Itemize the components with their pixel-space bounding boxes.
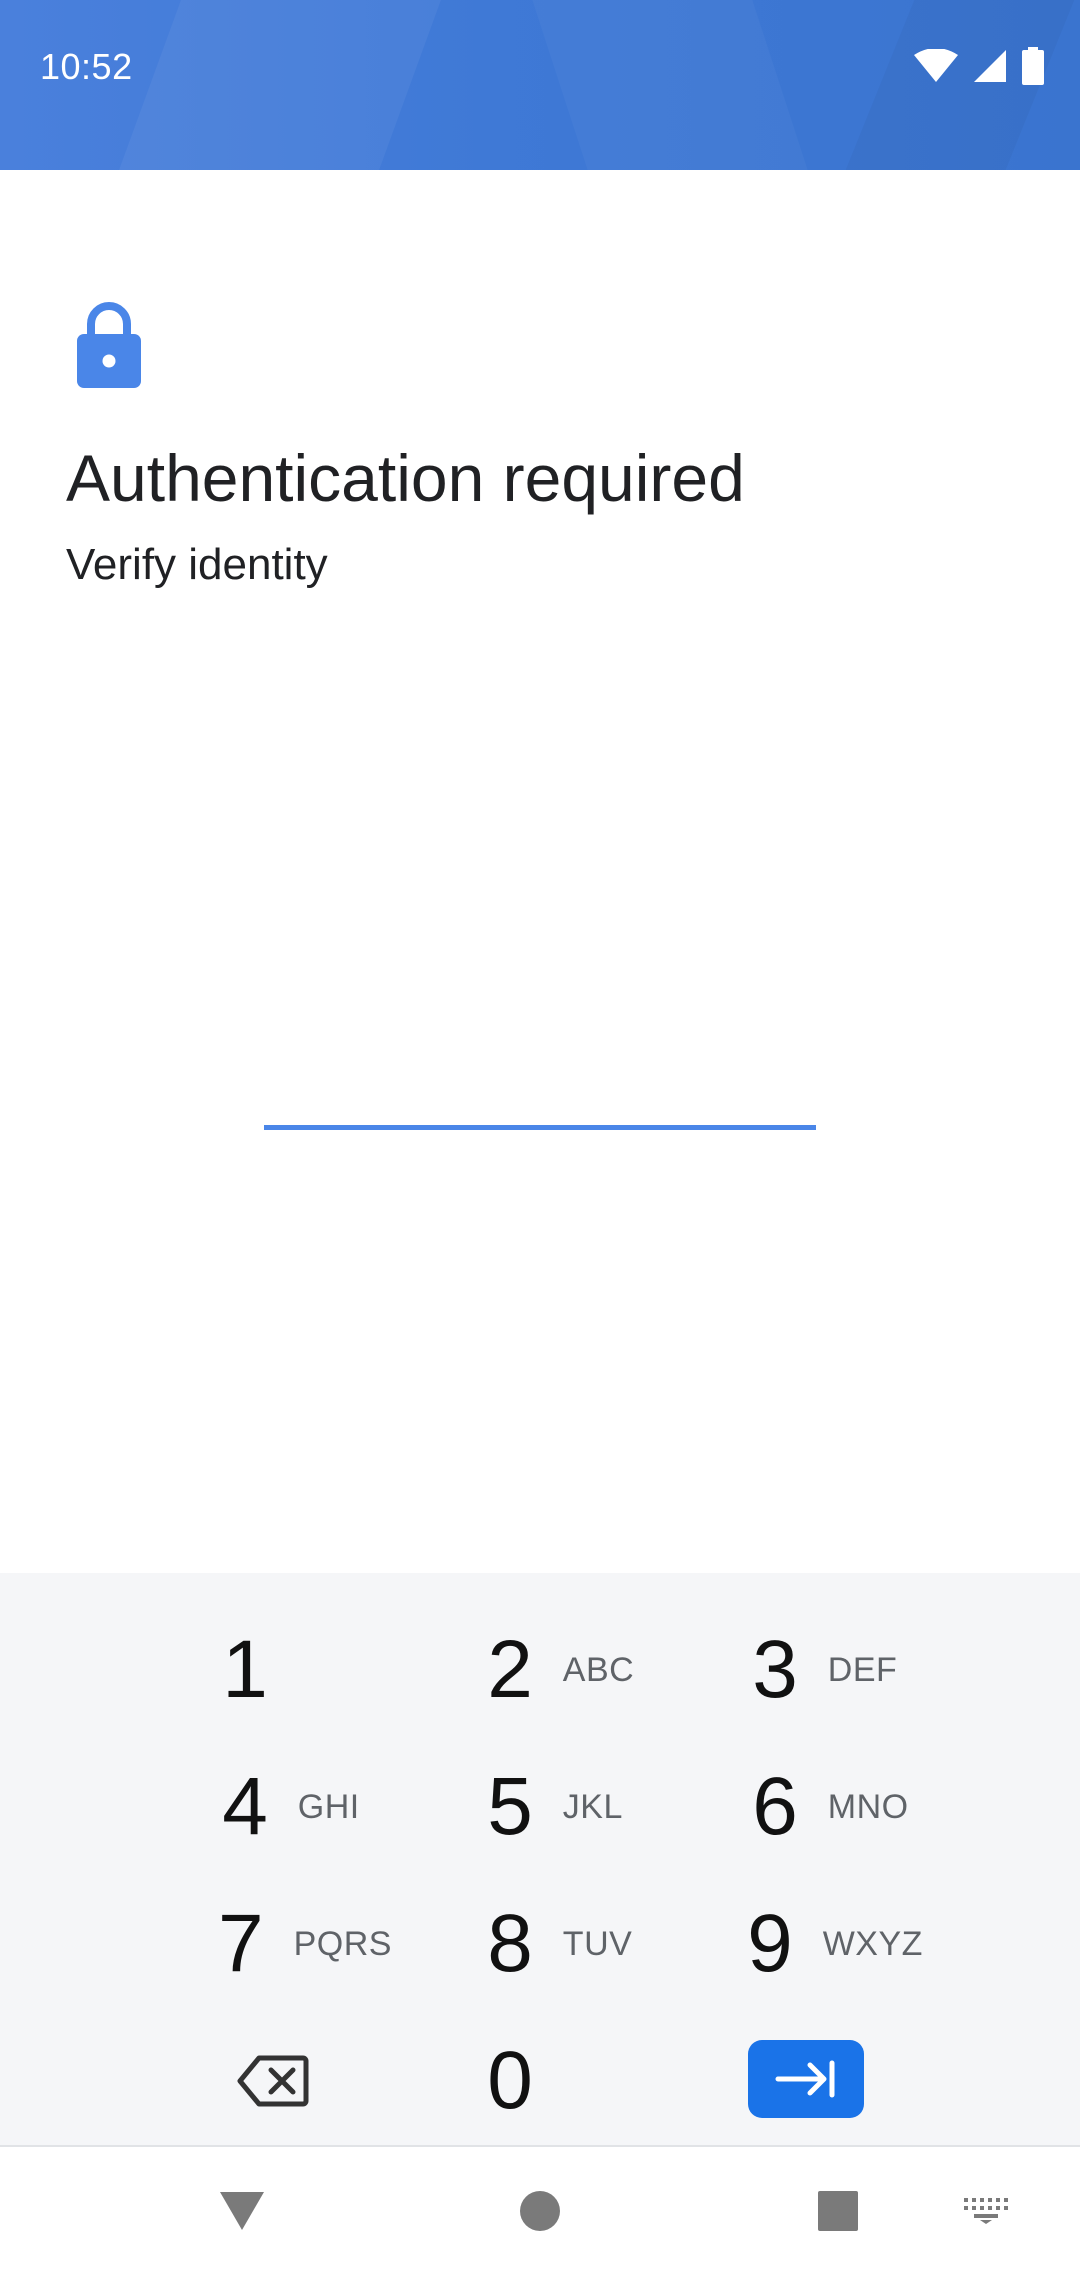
pin-input[interactable] — [264, 1080, 816, 1130]
key-5[interactable]: 5 JKL — [435, 1747, 705, 1867]
key-1[interactable]: 1 — [170, 1610, 440, 1730]
back-icon — [220, 2192, 264, 2230]
enter-button[interactable] — [748, 2040, 864, 2118]
backspace-key[interactable] — [138, 2021, 408, 2141]
key-digit: 6 — [752, 1761, 798, 1852]
wifi-icon — [914, 49, 958, 82]
page-title: Authentication required — [66, 441, 745, 515]
enter-arrow-icon — [775, 2060, 835, 2098]
backspace-icon — [237, 2055, 309, 2107]
key-2[interactable]: 2 ABC — [435, 1610, 705, 1730]
key-letters: TUV — [562, 1924, 633, 1963]
lock-icon — [77, 302, 141, 388]
page-subtitle: Verify identity — [66, 540, 328, 589]
key-letters: WXYZ — [822, 1924, 923, 1963]
key-letters: PQRS — [293, 1924, 392, 1963]
key-3[interactable]: 3 DEF — [700, 1610, 970, 1730]
status-time: 10:52 — [40, 46, 133, 87]
key-6[interactable]: 6 MNO — [700, 1747, 970, 1867]
recents-button[interactable] — [796, 2169, 880, 2253]
key-digit: 5 — [487, 1761, 533, 1852]
status-bar: 10:52 — [0, 0, 1080, 170]
key-digit: 8 — [487, 1898, 533, 1989]
key-letters: GHI — [297, 1787, 360, 1826]
keyboard-switch-icon — [964, 2198, 1008, 2224]
key-letters: JKL — [562, 1787, 623, 1826]
home-icon — [520, 2191, 560, 2231]
navigation-bar — [0, 2149, 1080, 2280]
keyboard-switch-button[interactable] — [950, 2179, 1022, 2243]
key-digit: 1 — [222, 1624, 268, 1715]
key-0[interactable]: 0 — [435, 2021, 705, 2141]
key-9[interactable]: 9 WXYZ — [700, 1884, 970, 2004]
key-digit: 7 — [218, 1898, 264, 1989]
key-7[interactable]: 7 PQRS — [170, 1884, 440, 2004]
status-icons — [914, 46, 1044, 86]
key-digit: 4 — [222, 1761, 268, 1852]
battery-icon — [1022, 47, 1044, 85]
key-4[interactable]: 4 GHI — [170, 1747, 440, 1867]
recents-icon — [818, 2191, 858, 2231]
key-digit: 9 — [747, 1898, 793, 1989]
home-button[interactable] — [498, 2169, 582, 2253]
numeric-keypad: 1 2 ABC 3 DEF 4 GHI 5 JKL 6 MNO 7 PQRS 8… — [0, 1573, 1080, 2147]
key-letters: DEF — [827, 1650, 898, 1689]
back-button[interactable] — [200, 2169, 284, 2253]
cellular-signal-icon — [974, 50, 1006, 82]
key-letters: MNO — [827, 1787, 909, 1826]
key-letters: ABC — [562, 1650, 635, 1689]
key-8[interactable]: 8 TUV — [435, 1884, 705, 2004]
key-digit: 0 — [487, 2035, 533, 2126]
key-digit: 2 — [487, 1624, 533, 1715]
key-digit: 3 — [752, 1624, 798, 1715]
